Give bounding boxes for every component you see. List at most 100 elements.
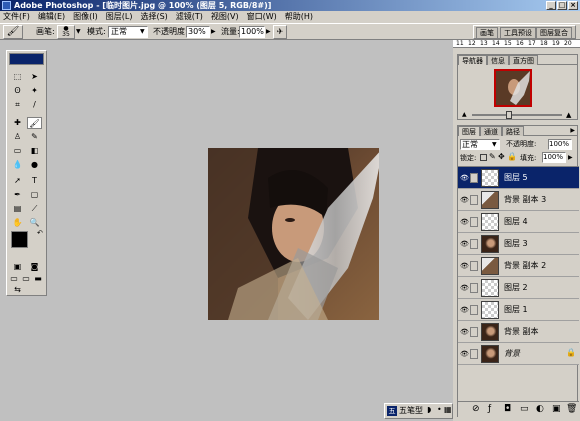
new-layer-icon[interactable]: ▣: [552, 404, 561, 414]
menu-select[interactable]: 选择(S): [136, 11, 171, 23]
slice-tool-icon[interactable]: /: [27, 99, 42, 111]
adobe-online-icon[interactable]: [9, 53, 44, 65]
minimize-button[interactable]: _: [546, 1, 556, 10]
tab-channels[interactable]: 通道: [480, 126, 502, 136]
link-box-icon[interactable]: [470, 261, 478, 271]
layer-row[interactable]: 👁 背景 副本: [458, 321, 579, 343]
move-tool-icon[interactable]: ➤: [27, 71, 42, 83]
new-group-icon[interactable]: ▭: [520, 404, 529, 414]
gradient-tool-icon[interactable]: ◧: [27, 145, 42, 157]
crop-tool-icon[interactable]: ⌗: [10, 99, 25, 111]
add-mask-icon[interactable]: ◘: [504, 404, 511, 414]
visibility-eye-icon[interactable]: 👁: [460, 284, 469, 292]
opacity-input[interactable]: 30%: [186, 26, 210, 38]
type-tool-icon[interactable]: T: [27, 175, 42, 187]
notes-tool-icon[interactable]: ▤: [10, 203, 25, 215]
swap-colors-icon[interactable]: ↶: [37, 229, 43, 237]
visibility-eye-icon[interactable]: 👁: [460, 262, 469, 270]
fill-input[interactable]: 100%: [542, 152, 566, 163]
blur-tool-icon[interactable]: 💧: [10, 159, 25, 171]
zoom-out-icon[interactable]: ▲: [462, 111, 467, 118]
edit-brush-icon[interactable]: [470, 173, 478, 183]
menu-filter[interactable]: 滤镜(T): [172, 11, 207, 23]
layer-row[interactable]: 👁 背景 副本 2: [458, 255, 579, 277]
menu-view[interactable]: 视图(V): [207, 11, 243, 23]
path-selection-tool-icon[interactable]: ➚: [10, 175, 25, 187]
history-brush-tool-icon[interactable]: ✎: [27, 131, 42, 143]
link-box-icon[interactable]: [470, 283, 478, 293]
zoom-slider[interactable]: [472, 114, 562, 116]
lock-transparency-icon[interactable]: [480, 154, 487, 161]
lock-image-icon[interactable]: ✎: [489, 152, 496, 161]
brush-dropdown-arrow-icon[interactable]: ▼: [76, 28, 81, 35]
palette-tab-layer-comps[interactable]: 图层复合: [536, 27, 572, 38]
mode-dropdown-arrow-icon[interactable]: ▼: [140, 28, 145, 35]
ime-label[interactable]: 五笔型: [399, 406, 423, 416]
eyedropper-tool-icon[interactable]: ⟋: [27, 203, 42, 215]
eraser-tool-icon[interactable]: ▭: [10, 145, 25, 157]
menu-file[interactable]: 文件(F): [0, 11, 34, 23]
layer-opacity-input[interactable]: 100%: [548, 139, 572, 150]
image-canvas[interactable]: [208, 148, 379, 320]
pen-tool-icon[interactable]: ✒: [10, 189, 25, 201]
tab-info[interactable]: 信息: [487, 55, 509, 65]
tab-layers[interactable]: 图层: [458, 126, 480, 136]
layer-row[interactable]: 👁 背景 🔒: [458, 343, 579, 365]
clone-stamp-tool-icon[interactable]: ♙: [10, 131, 25, 143]
link-box-icon[interactable]: [470, 349, 478, 359]
link-box-icon[interactable]: [470, 195, 478, 205]
close-button[interactable]: ×: [568, 1, 578, 10]
screen-mode-full-icon[interactable]: ▬: [32, 273, 44, 285]
palette-tab-tool-presets[interactable]: 工具预设: [500, 27, 536, 38]
brush-tool-icon[interactable]: 🖌: [27, 117, 42, 129]
layer-row[interactable]: 👁 图层 2: [458, 277, 579, 299]
add-layer-style-icon[interactable]: ƒ: [488, 404, 491, 414]
visibility-eye-icon[interactable]: 👁: [460, 240, 469, 248]
lasso-tool-icon[interactable]: ʘ: [10, 85, 25, 97]
visibility-eye-icon[interactable]: 👁: [460, 328, 469, 336]
screen-mode-standard-icon[interactable]: ▭: [8, 273, 20, 285]
layer-row[interactable]: 👁 图层 1: [458, 299, 579, 321]
lock-all-icon[interactable]: 🔒: [507, 152, 517, 161]
menu-window[interactable]: 窗口(W): [243, 11, 281, 23]
menu-image[interactable]: 图像(I): [69, 11, 102, 23]
opacity-slider-arrow-icon[interactable]: ▶: [211, 28, 216, 35]
visibility-eye-icon[interactable]: 👁: [460, 174, 469, 182]
magic-wand-tool-icon[interactable]: ✦: [27, 85, 42, 97]
ime-punctuation-icon[interactable]: •: [437, 405, 442, 414]
layer-row[interactable]: 👁 背景 副本 3: [458, 189, 579, 211]
layer-row[interactable]: 👁 图层 4: [458, 211, 579, 233]
panel-menu-arrow-icon[interactable]: ▶: [570, 127, 575, 134]
lock-position-icon[interactable]: ✥: [498, 152, 505, 161]
delete-layer-icon[interactable]: 🗑: [566, 404, 577, 414]
tab-histogram[interactable]: 直方图: [509, 55, 538, 65]
screen-mode-full-menu-icon[interactable]: ▭: [20, 273, 32, 285]
brush-tool-preset-button[interactable]: 🖌: [3, 25, 23, 39]
visibility-eye-icon[interactable]: 👁: [460, 196, 469, 204]
blend-mode-arrow-icon[interactable]: ▼: [492, 141, 497, 148]
visibility-eye-icon[interactable]: 👁: [460, 306, 469, 314]
maximize-button[interactable]: □: [557, 1, 567, 10]
dodge-tool-icon[interactable]: ●: [27, 159, 42, 171]
menu-layer[interactable]: 图层(L): [102, 11, 137, 23]
airbrush-icon[interactable]: ✈: [273, 25, 287, 39]
quick-mask-mode-icon[interactable]: ◙: [27, 261, 42, 273]
zoom-tool-icon[interactable]: 🔍: [27, 217, 42, 229]
menu-edit[interactable]: 编辑(E): [34, 11, 69, 23]
hand-tool-icon[interactable]: ✋: [10, 217, 25, 229]
visibility-eye-icon[interactable]: 👁: [460, 350, 469, 358]
menu-help[interactable]: 帮助(H): [281, 11, 317, 23]
link-box-icon[interactable]: [470, 327, 478, 337]
link-box-icon[interactable]: [470, 217, 478, 227]
navigator-preview[interactable]: [494, 69, 532, 107]
ime-halfwidth-icon[interactable]: ◗: [427, 405, 431, 414]
tab-navigator[interactable]: 导航器: [458, 55, 487, 65]
ime-logo-icon[interactable]: 五: [387, 406, 397, 416]
layer-row[interactable]: 👁 图层 5: [458, 167, 579, 189]
fill-slider-arrow-icon[interactable]: ▶: [568, 154, 573, 161]
flow-slider-arrow-icon[interactable]: ▶: [266, 28, 271, 35]
ime-keyboard-icon[interactable]: ▦: [444, 405, 452, 414]
marquee-tool-icon[interactable]: ⬚: [10, 71, 25, 83]
zoom-slider-thumb[interactable]: [506, 111, 512, 119]
tab-paths[interactable]: 路径: [502, 126, 524, 136]
